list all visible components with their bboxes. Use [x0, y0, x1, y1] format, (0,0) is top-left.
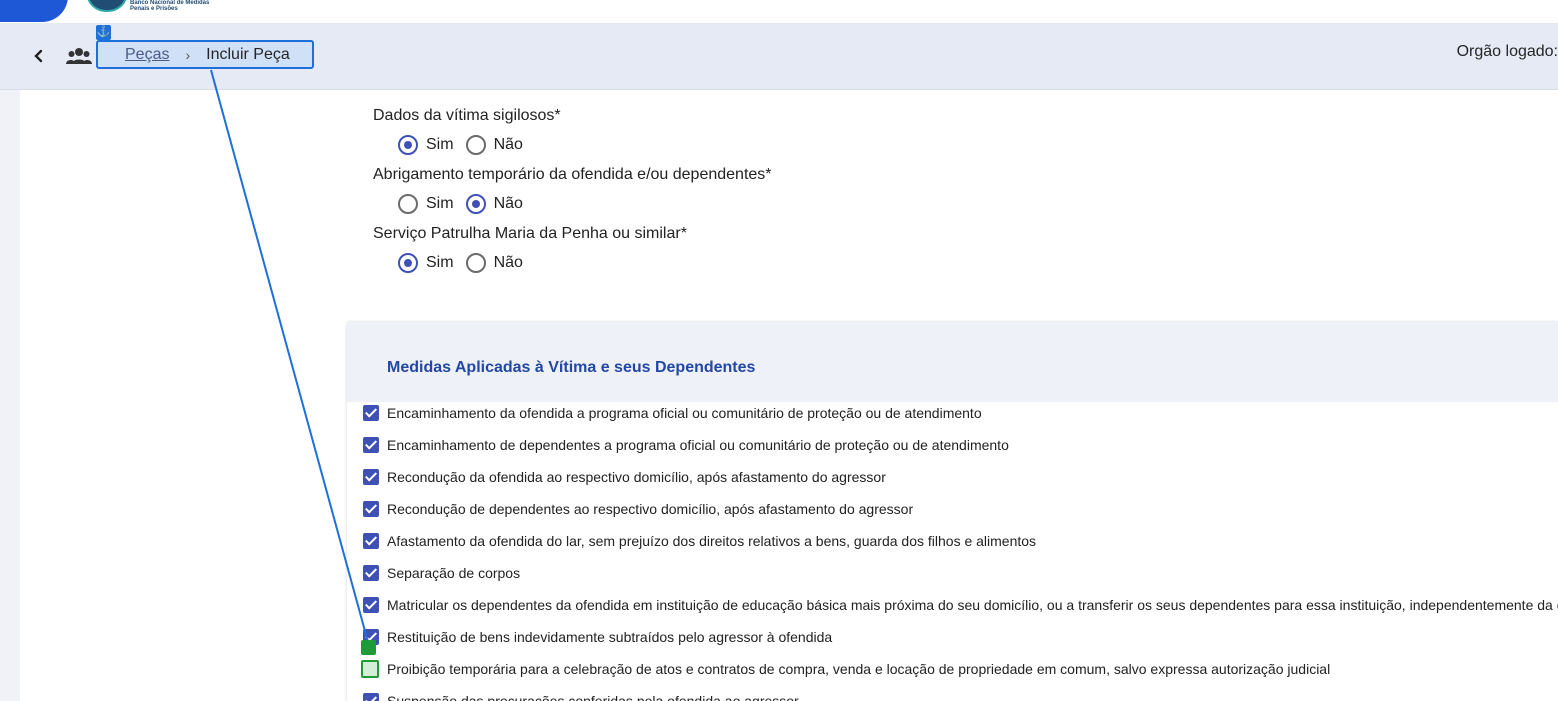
radio-label: Sim — [426, 254, 454, 271]
radio-label: Não — [493, 136, 523, 153]
top-bar: Banco Nacional de Medidas Penais e Prisõ… — [0, 0, 1558, 23]
back-button[interactable] — [28, 45, 50, 67]
radio-sim[interactable] — [398, 194, 418, 214]
logo — [86, 0, 128, 12]
checkbox[interactable] — [363, 501, 379, 517]
measure-label: Encaminhamento de dependentes a programa… — [387, 437, 1009, 453]
brand-shape — [0, 0, 68, 22]
checkbox[interactable] — [363, 693, 379, 701]
anchor-icon: ⚓ — [96, 25, 111, 40]
breadcrumb: Peças › Incluir Peça — [96, 40, 314, 69]
breadcrumb-link-pecas[interactable]: Peças — [125, 46, 169, 64]
chevron-left-icon — [34, 49, 43, 63]
measure-item: Recondução de dependentes ao respectivo … — [363, 501, 913, 517]
chevron-right-icon: › — [185, 46, 191, 63]
checkbox[interactable] — [363, 565, 379, 581]
checkbox[interactable] — [363, 437, 379, 453]
checkbox[interactable] — [363, 533, 379, 549]
measure-item: Encaminhamento de dependentes a programa… — [363, 437, 1009, 453]
checkbox[interactable] — [363, 405, 379, 421]
radio-label: Não — [493, 254, 523, 271]
radio-nao[interactable] — [465, 135, 486, 155]
measure-label: Proibição temporária para a celebração d… — [387, 661, 1331, 677]
measure-label: Afastamento da ofendida do lar, sem prej… — [387, 533, 1037, 549]
measure-label: Restituição de bens indevidamente subtra… — [387, 629, 833, 645]
breadcrumb-current: Incluir Peça — [206, 45, 290, 63]
measure-item: Matricular os dependentes da ofendida em… — [363, 597, 1558, 613]
measure-item: Restituição de bens indevidamente subtra… — [363, 629, 832, 645]
radio-group-patrulha: Sim Não — [398, 253, 535, 273]
field-label-abrigamento: Abrigamento temporário da ofendida e/ou … — [373, 166, 772, 183]
checkbox[interactable] — [363, 469, 379, 485]
measure-item: Afastamento da ofendida do lar, sem prej… — [363, 533, 1036, 549]
nav-bar: ⚓ Peças › Incluir Peça Orgão logado: — [0, 23, 1558, 90]
field-label-patrulha: Serviço Patrulha Maria da Penha ou simil… — [373, 225, 687, 242]
measure-label: Matricular os dependentes da ofendida em… — [387, 597, 1558, 613]
checkbox[interactable] — [363, 597, 379, 613]
measure-label: Recondução da ofendida ao respectivo dom… — [387, 469, 886, 485]
radio-sim[interactable] — [398, 135, 418, 155]
measure-label: Recondução de dependentes ao respectivo … — [387, 501, 914, 517]
radio-sim[interactable] — [398, 253, 418, 273]
radio-nao[interactable] — [465, 253, 486, 273]
measure-item: Separação de corpos — [363, 565, 520, 581]
target-icon — [361, 640, 376, 655]
measure-item: Suspensão das procurações conferidas pel… — [363, 693, 799, 701]
measure-item: Recondução da ofendida ao respectivo dom… — [363, 469, 886, 485]
logo-text: Banco Nacional de Medidas Penais e Prisõ… — [130, 0, 210, 12]
radio-label: Sim — [426, 195, 454, 212]
radio-label: Sim — [426, 136, 454, 153]
measures-card: Medidas Aplicadas à Vítima e seus Depend… — [347, 322, 1558, 701]
org-label: Orgão logado: — [1456, 43, 1558, 60]
measure-item: Encaminhamento da ofendida a programa of… — [363, 405, 982, 421]
card-title: Medidas Aplicadas à Vítima e seus Depend… — [387, 359, 756, 376]
pointer-marker-icon — [361, 660, 379, 678]
measure-label: Separação de corpos — [387, 565, 521, 581]
card-header: Medidas Aplicadas à Vítima e seus Depend… — [347, 322, 1558, 402]
radio-group-dados-vitima: Sim Não — [398, 135, 535, 155]
measure-label: Suspensão das procurações conferidas pel… — [387, 693, 799, 701]
measure-label: Encaminhamento da ofendida a programa of… — [387, 405, 982, 421]
users-icon — [66, 45, 92, 67]
radio-group-abrigamento: Sim Não — [398, 194, 535, 214]
measure-item: Proibição temporária para a celebração d… — [363, 661, 1330, 677]
radio-nao[interactable] — [465, 194, 486, 214]
field-label-dados-vitima: Dados da vítima sigilosos* — [373, 107, 561, 124]
radio-label: Não — [493, 195, 523, 212]
